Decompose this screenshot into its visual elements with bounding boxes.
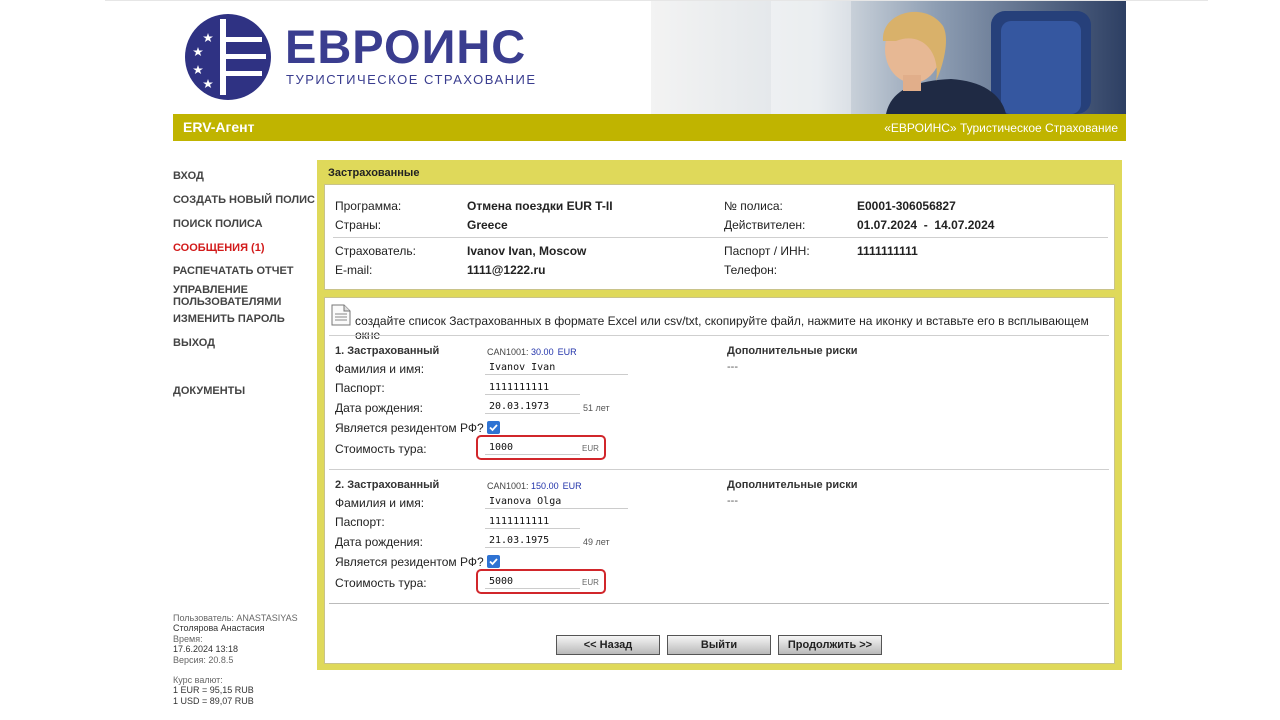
email-value: 1111@1222.ru: [467, 263, 546, 277]
insured-2-passport-input[interactable]: 1111111111: [485, 514, 580, 529]
nav-user-management[interactable]: УПРАВЛЕНИЕ ПОЛЬЗОВАТЕЛЯМИ: [173, 284, 288, 308]
header-photo: [651, 1, 1126, 114]
app-title-bar: ERV-Агент «ЕВРОИНС» Туристическое Страхо…: [173, 114, 1126, 141]
nav-login[interactable]: ВХОД: [173, 170, 204, 182]
email-label: E-mail:: [335, 263, 373, 277]
panel-title: Застрахованные: [328, 167, 420, 179]
insured-1-cost-input[interactable]: 1000: [485, 440, 580, 455]
site-header: ЕВРОИНС ТУРИСТИЧЕСКОЕ СТРАХОВАНИЕ: [173, 1, 1126, 114]
summary-divider: [333, 237, 1108, 238]
insured-1-cost-currency: EUR: [582, 444, 599, 453]
insured-1-resident-checkbox[interactable]: [487, 421, 500, 434]
program-label: Программа:: [335, 199, 402, 213]
company-tagline: «ЕВРОИНС» Туристическое Страхование: [884, 121, 1118, 135]
insured-2-cost-input[interactable]: 5000: [485, 574, 580, 589]
brand-name: ЕВРОИНС: [285, 20, 527, 73]
insured-divider-2: [329, 603, 1109, 604]
insured-2-name-label: Фамилия и имя:: [335, 496, 425, 510]
nav-documents[interactable]: ДОКУМЕНТЫ: [173, 385, 245, 397]
insured-list: создайте список Застрахованных в формате…: [324, 297, 1115, 664]
insured-2-risks-value: ---: [727, 495, 738, 507]
paste-document-icon[interactable]: [331, 304, 351, 326]
nav-search-policy[interactable]: ПОИСК ПОЛИСА: [173, 218, 263, 230]
insured-1-resident-label: Является резидентом РФ?: [335, 421, 484, 435]
insured-2-premium: CAN1001: 150.00 EUR: [487, 481, 582, 491]
nav-messages[interactable]: СООБЩЕНИЯ (1): [173, 242, 265, 254]
countries-label: Страны:: [335, 218, 382, 232]
insured-1-name-label: Фамилия и имя:: [335, 362, 425, 376]
insured-1-title: 1. Застрахованный: [335, 345, 440, 357]
insured-divider-1: [329, 469, 1109, 470]
insured-2-cost-currency: EUR: [582, 578, 599, 587]
policy-no-label: № полиса:: [724, 199, 783, 213]
insured-2-risks-title: Дополнительные риски: [727, 479, 858, 491]
rate-usd: 1 USD = 89,07 RUB: [173, 695, 254, 706]
app-name: ERV-Агент: [183, 119, 255, 135]
insured-2-passport-label: Паспорт:: [335, 515, 385, 529]
user-full-name: Столярова Анастасия: [173, 623, 265, 634]
passport-inn-label: Паспорт / ИНН:: [724, 244, 810, 258]
insured-2-cost-label: Стоимость тура:: [335, 576, 427, 590]
import-hint: создайте список Застрахованных в формате…: [355, 314, 1089, 342]
insured-1-cost-label: Стоимость тура:: [335, 442, 427, 456]
valid-label: Действителен:: [724, 218, 806, 232]
nav-create-policy[interactable]: СОЗДАТЬ НОВЫЙ ПОЛИС: [173, 194, 315, 206]
insured-1-risks-value: ---: [727, 361, 738, 373]
policy-summary: Программа: Отмена поездки EUR T-II № пол…: [324, 184, 1115, 290]
nav-change-password[interactable]: ИЗМЕНИТЬ ПАРОЛЬ: [173, 313, 285, 325]
exit-button[interactable]: Выйти: [667, 635, 771, 655]
insured-2-name-input[interactable]: Ivanova Olga: [485, 494, 628, 509]
insured-2-age: 49 лет: [583, 537, 610, 547]
insured-panel: Застрахованные Программа: Отмена поездки…: [317, 160, 1122, 670]
insured-1-age: 51 лет: [583, 403, 610, 413]
countries-value: Greece: [467, 218, 508, 232]
user-login: Пользователь: ANASTASIYAS: [173, 613, 298, 623]
holder-value: Ivanov Ivan, Moscow: [467, 244, 587, 258]
holder-label: Страхователь:: [335, 244, 416, 258]
phone-label: Телефон:: [724, 263, 778, 277]
eu-stars-logo-icon: [185, 14, 271, 100]
brand-subtitle: ТУРИСТИЧЕСКОЕ СТРАХОВАНИЕ: [286, 72, 537, 87]
rate-eur: 1 EUR = 95,15 RUB: [173, 685, 254, 696]
nav-logout[interactable]: ВЫХОД: [173, 337, 215, 349]
insured-1-passport-label: Паспорт:: [335, 381, 385, 395]
insured-1-birth-label: Дата рождения:: [335, 401, 423, 415]
insured-1-name-input[interactable]: Ivanov Ivan: [485, 360, 628, 375]
insured-2-title: 2. Застрахованный: [335, 479, 440, 491]
insured-2-birth-input[interactable]: 21.03.1975: [485, 533, 580, 548]
time-label: Время:: [173, 633, 203, 644]
insured-2-resident-label: Является резидентом РФ?: [335, 555, 484, 569]
insured-1-passport-input[interactable]: 1111111111: [485, 380, 580, 395]
insured-2-birth-label: Дата рождения:: [335, 535, 423, 549]
rates-label: Курс валют:: [173, 675, 223, 686]
policy-no-value: E0001-306056827: [857, 199, 956, 213]
back-button[interactable]: << Назад: [556, 635, 660, 655]
insured-1-birth-input[interactable]: 20.03.1973: [485, 399, 580, 414]
time-value: 17.6.2024 13:18: [173, 644, 239, 655]
passport-inn-value: 1111111111: [857, 244, 918, 258]
version: Версия: 20.8.5: [173, 654, 234, 665]
continue-button[interactable]: Продолжить >>: [778, 635, 882, 655]
insured-1-risks-title: Дополнительные риски: [727, 345, 858, 357]
nav-print-report[interactable]: РАСПЕЧАТАТЬ ОТЧЕТ: [173, 265, 294, 277]
valid-value: 01.07.2024 - 14.07.2024: [857, 218, 995, 232]
program-value: Отмена поездки EUR T-II: [467, 199, 613, 213]
insured-2-resident-checkbox[interactable]: [487, 555, 500, 568]
hint-divider: [329, 335, 1109, 336]
insured-1-premium: CAN1001: 30.00 EUR: [487, 347, 577, 357]
user-info: Пользователь: ANASTASIYAS Столярова Анас…: [173, 613, 298, 706]
